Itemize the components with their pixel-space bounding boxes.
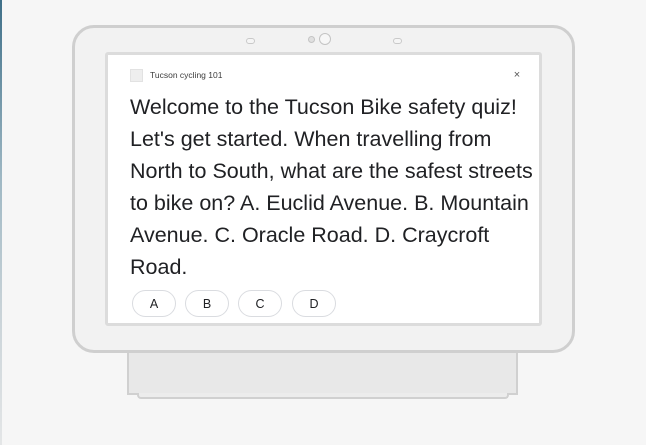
device-stand [127,350,518,395]
quiz-question: Welcome to the Tucson Bike safety quiz! … [130,95,533,279]
choice-c-button[interactable]: C [238,290,282,317]
microphone-left-icon [246,38,255,44]
close-icon[interactable]: × [511,69,523,81]
app-placeholder-icon [130,69,143,82]
choice-d-button[interactable]: D [292,290,336,317]
microphone-right-icon [393,38,402,44]
camera-icon [319,33,331,45]
choice-a-button[interactable]: A [132,290,176,317]
display-screen: Tucson cycling 101 × Welcome to the Tucs… [105,52,542,326]
light-sensor-icon [308,36,315,43]
background-window-edge [0,0,2,445]
app-title: Tucson cycling 101 [150,70,223,80]
choice-b-button[interactable]: B [185,290,229,317]
device-stand-foot [137,393,509,399]
